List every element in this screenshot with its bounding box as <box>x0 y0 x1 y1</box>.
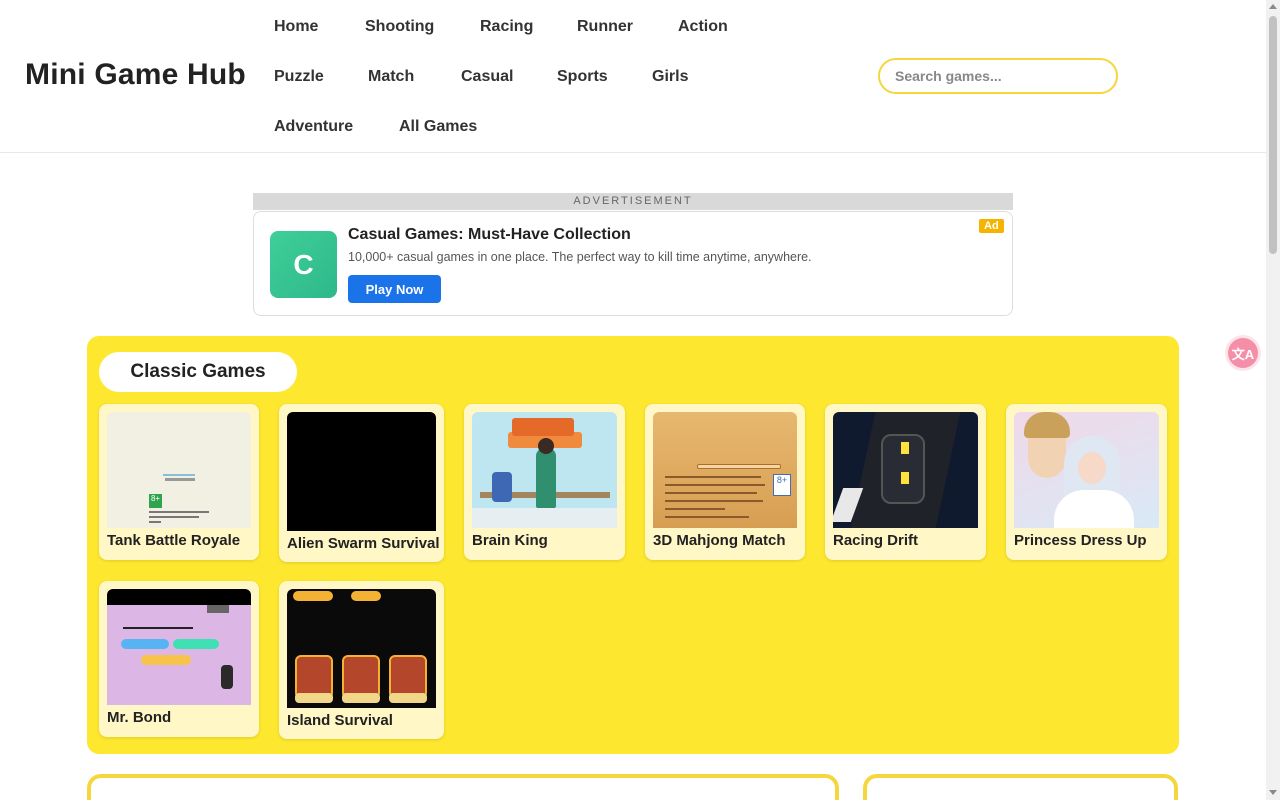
nav-shooting[interactable]: Shooting <box>365 18 434 36</box>
scrollbar-thumb[interactable] <box>1269 16 1277 254</box>
nav-home[interactable]: Home <box>274 18 318 36</box>
nav-action[interactable]: Action <box>678 18 728 36</box>
scroll-down-arrow-icon[interactable] <box>1269 790 1277 795</box>
game-card-brain-king[interactable]: Brain King <box>464 404 625 560</box>
nav-match[interactable]: Match <box>368 68 414 86</box>
classic-games-section: Classic Games 8+ Tank Battle Royale Alie… <box>87 336 1179 754</box>
game-thumbnail[interactable] <box>107 589 251 705</box>
nav-all-games[interactable]: All Games <box>399 118 477 136</box>
nav-racing[interactable]: Racing <box>480 18 533 36</box>
game-card-princess-dress-up[interactable]: Princess Dress Up <box>1006 404 1167 560</box>
nav-sports[interactable]: Sports <box>557 68 608 86</box>
ad-card[interactable]: C Casual Games: Must-Have Collection 10,… <box>253 211 1013 316</box>
translate-icon[interactable]: 文A <box>1228 338 1258 368</box>
game-card-3d-mahjong-match[interactable]: 8+ 3D Mahjong Match <box>645 404 805 560</box>
game-card-mr-bond[interactable]: Mr. Bond <box>99 581 259 737</box>
section-title: Classic Games <box>99 352 297 392</box>
game-card-tank-battle-royale[interactable]: 8+ Tank Battle Royale <box>99 404 259 560</box>
game-thumbnail[interactable]: 8+ <box>653 412 797 528</box>
game-title[interactable]: Island Survival <box>287 712 393 729</box>
game-thumbnail[interactable] <box>472 412 617 528</box>
game-title[interactable]: 3D Mahjong Match <box>653 532 786 549</box>
game-title[interactable]: Tank Battle Royale <box>107 532 240 549</box>
nav-puzzle[interactable]: Puzzle <box>274 68 324 86</box>
page-scrollbar[interactable] <box>1266 0 1280 800</box>
game-thumbnail[interactable] <box>287 589 436 708</box>
nav-adventure[interactable]: Adventure <box>274 118 353 136</box>
game-thumbnail[interactable] <box>833 412 978 528</box>
site-logo[interactable]: Mini Game Hub <box>25 58 246 92</box>
game-thumbnail[interactable]: 8+ <box>107 412 251 528</box>
nav-casual[interactable]: Casual <box>461 68 513 86</box>
ad-app-logo[interactable]: C <box>270 231 337 298</box>
nav-girls[interactable]: Girls <box>652 68 688 86</box>
search-input[interactable] <box>878 58 1118 94</box>
game-title[interactable]: Brain King <box>472 532 548 549</box>
game-title[interactable]: Princess Dress Up <box>1014 532 1147 549</box>
site-header: Mini Game Hub Home Shooting Racing Runne… <box>0 0 1266 153</box>
ad-label: ADVERTISEMENT <box>253 193 1013 210</box>
ad-title[interactable]: Casual Games: Must-Have Collection <box>348 226 631 244</box>
section-card-left <box>87 774 839 800</box>
game-card-island-survival[interactable]: Island Survival <box>279 581 444 739</box>
game-title[interactable]: Mr. Bond <box>107 709 171 726</box>
nav-runner[interactable]: Runner <box>577 18 633 36</box>
ad-play-now-button[interactable]: Play Now <box>348 275 441 303</box>
game-thumbnail[interactable] <box>1014 412 1159 528</box>
game-title[interactable]: Racing Drift <box>833 532 918 549</box>
section-card-right <box>863 774 1178 800</box>
game-card-racing-drift[interactable]: Racing Drift <box>825 404 986 560</box>
game-thumbnail[interactable] <box>287 412 436 531</box>
scroll-up-arrow-icon[interactable] <box>1269 4 1277 9</box>
ad-description: 10,000+ casual games in one place. The p… <box>348 250 812 264</box>
game-card-alien-swarm-survival[interactable]: Alien Swarm Survival <box>279 404 444 562</box>
game-title[interactable]: Alien Swarm Survival <box>287 535 440 552</box>
ad-badge: Ad <box>979 219 1004 233</box>
